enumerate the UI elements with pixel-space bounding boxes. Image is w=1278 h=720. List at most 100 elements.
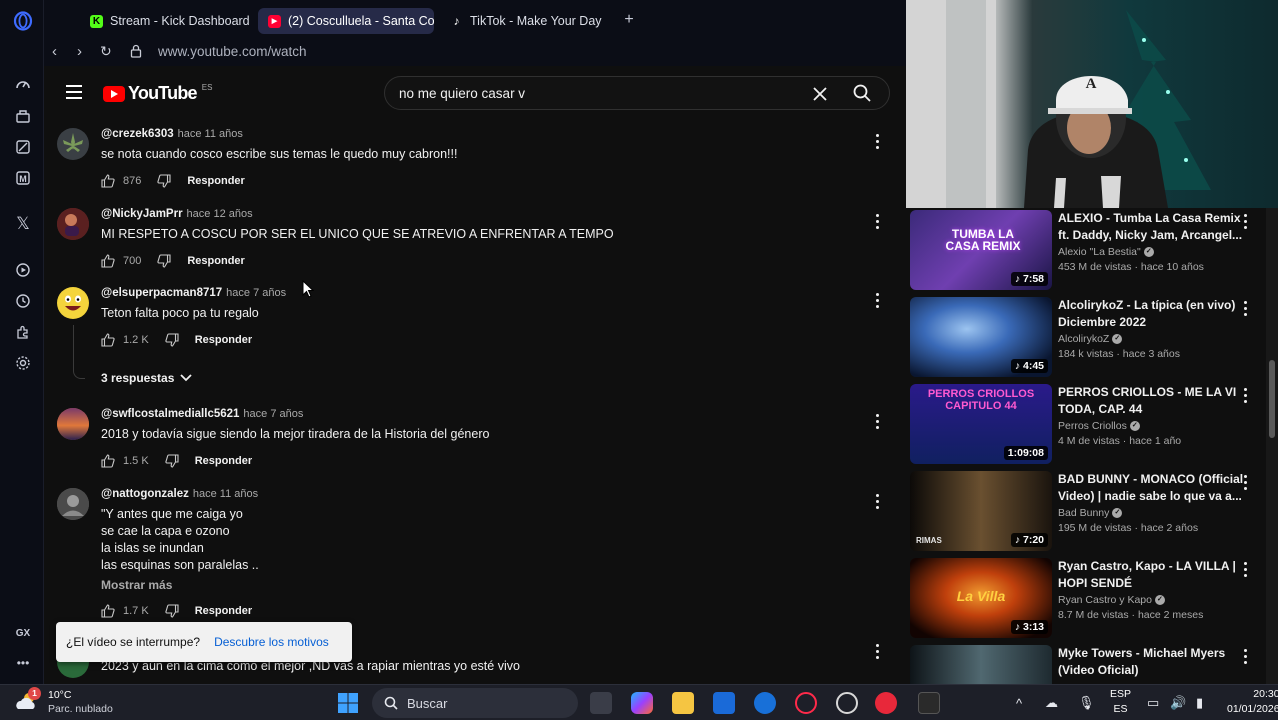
- avatar[interactable]: [57, 208, 89, 240]
- comment-menu-icon[interactable]: [876, 293, 880, 311]
- video-menu-icon[interactable]: [1244, 301, 1248, 319]
- windows-start-icon[interactable]: [337, 692, 359, 714]
- video-menu-icon[interactable]: [1244, 475, 1248, 493]
- microsoft-store-icon[interactable]: [713, 692, 735, 714]
- video-title[interactable]: AlcolirykoZ - La típica (en vivo) Diciem…: [1058, 297, 1244, 331]
- suggested-video[interactable]: ♪ 4:45 AlcolirykoZ - La típica (en vivo)…: [910, 295, 1272, 377]
- app-icon[interactable]: [836, 692, 858, 714]
- video-title[interactable]: Myke Towers - Michael Myers (Video Ofici…: [1058, 645, 1244, 679]
- reply-button[interactable]: Responder: [195, 455, 252, 467]
- comment-time[interactable]: hace 7 años: [226, 287, 286, 299]
- player-icon[interactable]: [12, 259, 34, 281]
- comment-menu-icon[interactable]: [876, 214, 880, 232]
- app-red-icon[interactable]: [875, 692, 897, 714]
- forward-icon[interactable]: ›: [77, 43, 82, 60]
- speed-dial-icon[interactable]: [12, 74, 34, 96]
- dislike-icon[interactable]: [165, 333, 179, 347]
- system-clock[interactable]: 20:30 01/01/2026: [1227, 687, 1278, 717]
- tray-overflow-icon[interactable]: ^: [1016, 685, 1022, 720]
- video-title[interactable]: BAD BUNNY - MONACO (Official Video) | na…: [1058, 471, 1244, 505]
- toast-link[interactable]: Descubre los motivos: [214, 635, 329, 649]
- avatar[interactable]: [57, 128, 89, 160]
- replies-toggle[interactable]: 3 respuestas: [101, 371, 193, 385]
- search-button[interactable]: [835, 77, 889, 109]
- volume-icon[interactable]: 🔊: [1170, 685, 1186, 720]
- menu-hamburger-icon[interactable]: [66, 85, 82, 99]
- video-thumbnail[interactable]: La Villa ♪ 3:13: [910, 558, 1052, 638]
- comment-author[interactable]: @crezek6303: [101, 128, 174, 140]
- reload-icon[interactable]: ↻: [100, 43, 112, 60]
- network-icon[interactable]: ▭: [1147, 685, 1159, 720]
- search-box[interactable]: no me quiero casar v: [384, 76, 890, 110]
- suggested-video[interactable]: La Villa ♪ 3:13 Ryan Castro, Kapo - LA V…: [910, 556, 1272, 638]
- reply-button[interactable]: Responder: [187, 255, 244, 267]
- video-thumbnail[interactable]: PERROS CRIOLLOS CAPITULO 44 1:09:08: [910, 384, 1052, 464]
- opera-gx-icon[interactable]: [795, 692, 817, 714]
- channel-name[interactable]: Perros Criollos: [1058, 420, 1127, 432]
- comment-time[interactable]: hace 11 años: [178, 128, 243, 140]
- comment-menu-icon[interactable]: [876, 494, 880, 512]
- weather-widget[interactable]: 1 10°C Parc. nublado: [14, 687, 113, 716]
- comment-author[interactable]: @NickyJamPrr: [101, 208, 183, 220]
- video-menu-icon[interactable]: [1244, 649, 1248, 667]
- channel-name[interactable]: Alexio "La Bestia": [1058, 246, 1141, 258]
- battery-icon[interactable]: ▮: [1196, 685, 1203, 720]
- avatar[interactable]: [57, 408, 89, 440]
- gx-control-icon[interactable]: [12, 105, 34, 127]
- scrollbar-track[interactable]: [1266, 208, 1278, 684]
- scrollbar-thumb[interactable]: [1269, 360, 1275, 438]
- video-menu-icon[interactable]: [1244, 562, 1248, 580]
- file-explorer-icon[interactable]: [672, 692, 694, 714]
- channel-name[interactable]: Bad Bunny: [1058, 507, 1109, 519]
- comment-menu-icon[interactable]: [876, 134, 880, 152]
- like-icon[interactable]: [101, 604, 115, 618]
- like-icon[interactable]: [101, 333, 115, 347]
- taskbar-search[interactable]: Buscar: [372, 688, 578, 718]
- outlook-icon[interactable]: [754, 692, 776, 714]
- channel-name[interactable]: AlcolirykoZ: [1058, 333, 1109, 345]
- task-view-icon[interactable]: [590, 692, 612, 714]
- history-icon[interactable]: [12, 290, 34, 312]
- avatar[interactable]: [57, 488, 89, 520]
- like-icon[interactable]: [101, 254, 115, 268]
- onedrive-cloud-icon[interactable]: ☁: [1045, 685, 1058, 720]
- dislike-icon[interactable]: [165, 454, 179, 468]
- like-icon[interactable]: [101, 174, 115, 188]
- reply-button[interactable]: Responder: [195, 334, 252, 346]
- opera-logo-icon[interactable]: [12, 10, 34, 32]
- comment-author[interactable]: @elsuperpacman8717: [101, 287, 222, 299]
- suggested-video[interactable]: RIMAS ♪ 7:20 BAD BUNNY - MONACO (Officia…: [910, 469, 1272, 551]
- video-title[interactable]: ALEXIO - Tumba La Casa Remix ft. Daddy, …: [1058, 210, 1244, 244]
- comment-time[interactable]: hace 12 años: [187, 208, 253, 220]
- video-title[interactable]: Ryan Castro, Kapo - LA VILLA | HOPI SEND…: [1058, 558, 1244, 592]
- show-more-button[interactable]: Mostrar más: [101, 578, 861, 592]
- video-menu-icon[interactable]: [1244, 388, 1248, 406]
- settings-gear-icon[interactable]: [12, 352, 34, 374]
- video-thumbnail[interactable]: [910, 645, 1052, 684]
- messenger-icon[interactable]: M: [12, 167, 34, 189]
- video-thumbnail[interactable]: RIMAS ♪ 7:20: [910, 471, 1052, 551]
- extensions-icon[interactable]: [12, 321, 34, 343]
- comment-time[interactable]: hace 7 años: [243, 408, 303, 420]
- url-field[interactable]: www.youtube.com/watch: [158, 44, 307, 59]
- video-thumbnail[interactable]: TUMBA LA CASA REMIX ♪ 7:58: [910, 210, 1052, 290]
- dislike-icon[interactable]: [165, 604, 179, 618]
- dislike-icon[interactable]: [157, 254, 171, 268]
- comment-author[interactable]: @nattogonzalez: [101, 488, 189, 500]
- comment-menu-icon[interactable]: [876, 414, 880, 432]
- reply-button[interactable]: Responder: [187, 175, 244, 187]
- youtube-logo[interactable]: YouTube ES: [103, 83, 212, 104]
- comment-author[interactable]: @swflcostalmediallc5621: [101, 408, 239, 420]
- clear-search-icon[interactable]: [813, 83, 827, 107]
- tab-tiktok[interactable]: ♪ TikTok - Make Your Day: [440, 8, 610, 34]
- search-input[interactable]: no me quiero casar v: [399, 86, 525, 101]
- suggested-video[interactable]: Myke Towers - Michael Myers (Video Ofici…: [910, 643, 1272, 684]
- dislike-icon[interactable]: [157, 174, 171, 188]
- avatar[interactable]: [57, 287, 89, 319]
- comment-menu-icon[interactable]: [876, 644, 880, 662]
- new-tab-button[interactable]: +: [620, 11, 638, 29]
- like-icon[interactable]: [101, 454, 115, 468]
- copilot-icon[interactable]: [631, 692, 653, 714]
- comment-time[interactable]: hace 11 años: [193, 488, 258, 500]
- reply-button[interactable]: Responder: [195, 605, 252, 617]
